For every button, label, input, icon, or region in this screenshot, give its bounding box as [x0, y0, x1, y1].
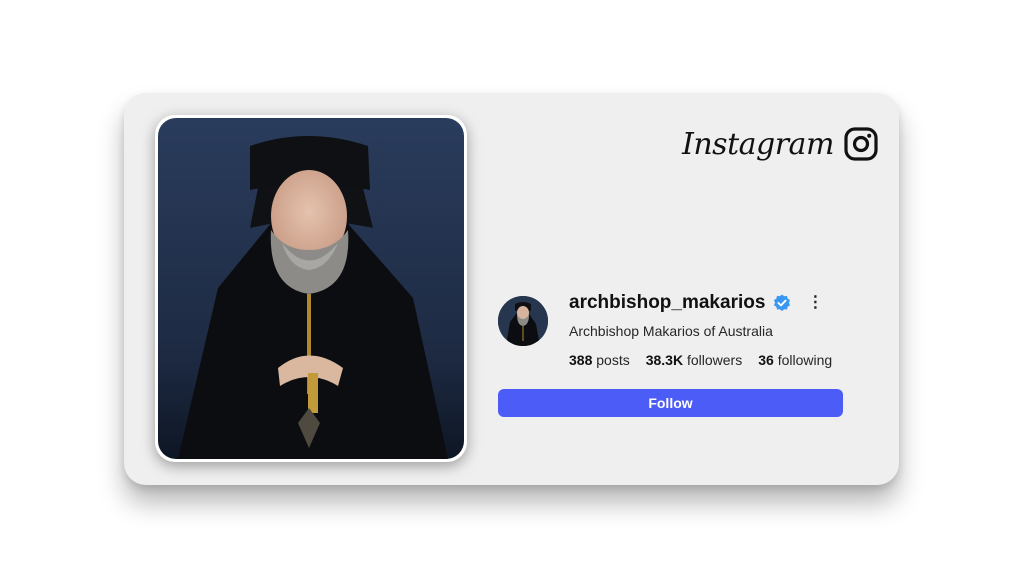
instagram-icon: [844, 127, 878, 161]
followers-stat[interactable]: 38.3K followers: [646, 352, 743, 368]
stage: Instagram archbishop_makarios ⋮ Archbish…: [0, 0, 1024, 576]
profile-photo-frame: [155, 115, 467, 462]
following-stat[interactable]: 36 following: [758, 352, 832, 368]
verified-badge-icon: [774, 294, 791, 311]
full-name: Archbishop Makarios of Australia: [569, 323, 773, 339]
followers-label: followers: [686, 352, 743, 368]
instagram-wordmark: Instagram: [682, 126, 834, 162]
follow-button[interactable]: Follow: [498, 389, 843, 417]
instagram-brand: Instagram: [682, 122, 878, 166]
posts-stat[interactable]: 388 posts: [569, 352, 630, 368]
followers-count: 38.3K: [645, 352, 684, 368]
username[interactable]: archbishop_makarios: [569, 292, 765, 314]
username-row: archbishop_makarios ⋮: [569, 290, 823, 316]
avatar[interactable]: [498, 296, 548, 346]
posts-count: 388: [569, 352, 593, 368]
more-options-icon[interactable]: ⋮: [807, 295, 823, 311]
following-count: 36: [758, 352, 774, 368]
following-label: following: [777, 352, 833, 368]
profile-stats: 388 posts 38.3K followers 36 following: [569, 352, 832, 368]
profile-photo: [158, 118, 464, 459]
posts-label: posts: [596, 352, 630, 368]
